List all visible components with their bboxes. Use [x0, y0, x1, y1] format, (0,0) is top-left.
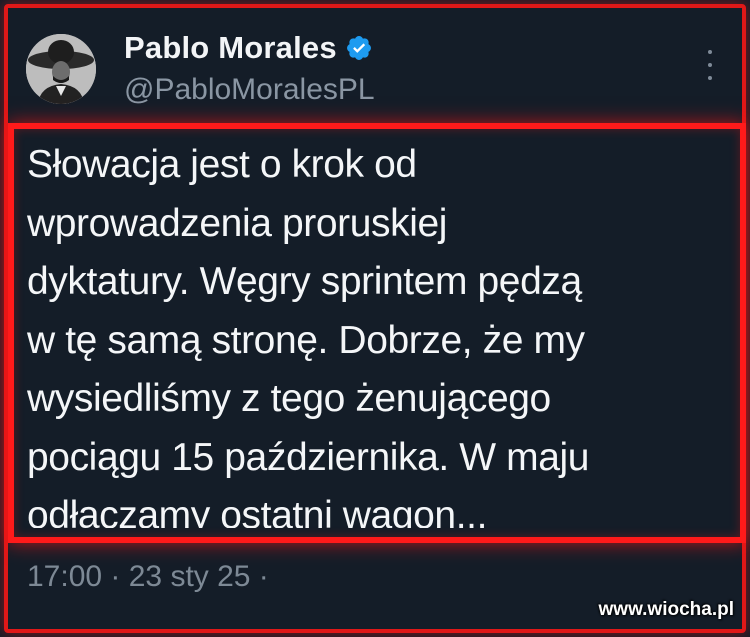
watermark: www.wiocha.pl [598, 599, 734, 620]
tweet-timestamp[interactable]: 17:00 · 23 sty 25 · [27, 560, 269, 594]
author-handle[interactable]: @PabloMoralesPL [124, 73, 375, 107]
author-name[interactable]: Pablo Morales [124, 30, 337, 66]
more-options-icon[interactable] [703, 50, 717, 80]
avatar-portrait-image [26, 34, 96, 104]
verified-badge-icon [346, 36, 371, 60]
avatar[interactable] [26, 34, 96, 104]
tweet-text: Słowacja jest o krok od wprowadzenia pro… [27, 143, 590, 528]
author-row: Pablo Morales [124, 30, 373, 66]
